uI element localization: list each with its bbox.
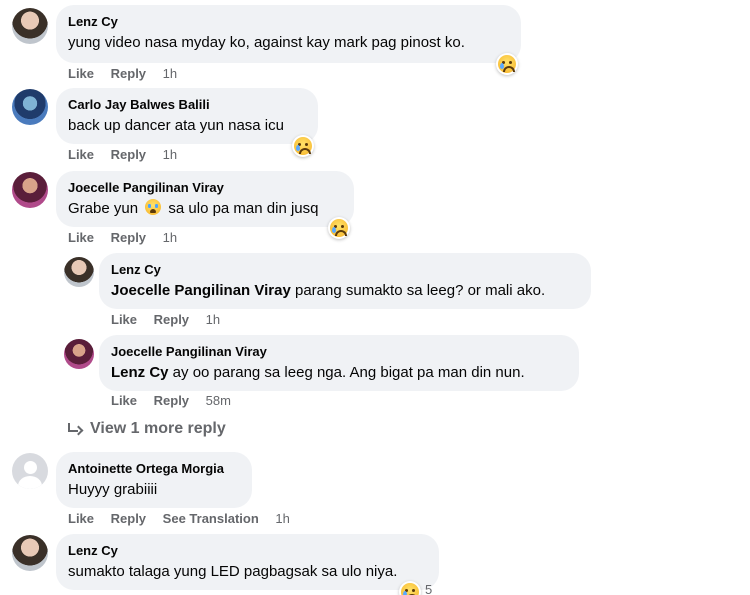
reply-button[interactable]: Reply <box>111 66 146 81</box>
comment-author[interactable]: Carlo Jay Balwes Balili <box>68 96 306 113</box>
comment-text: Grabe yun sa ulo pa man din jusq <box>68 198 342 219</box>
comment-text: yung video nasa myday ko, against kay ma… <box>68 34 465 51</box>
comment-bubble: Joecelle Pangilinan Viray Grabe yun sa u… <box>56 171 354 227</box>
comment-text: Huyyy grabiiii <box>68 481 158 498</box>
comment-actions: Like Reply See Translation 1h <box>68 511 303 526</box>
timestamp[interactable]: 1h <box>163 147 177 162</box>
reply-button[interactable]: Reply <box>111 230 146 245</box>
comment-bubble: Antoinette Ortega Morgia Huyyy grabiiii <box>56 452 252 508</box>
avatar[interactable] <box>64 339 94 369</box>
tear-icon <box>332 227 336 233</box>
view-more-label: View 1 more reply <box>90 420 226 437</box>
avatar[interactable] <box>12 453 48 489</box>
reply-author[interactable]: Joecelle Pangilinan Viray <box>111 343 567 360</box>
comment-actions: Like Reply 1h <box>68 147 190 162</box>
reply-text: Lenz Cy ay oo parang sa leeg nga. Ang bi… <box>111 362 567 383</box>
comment-bubble: Lenz Cy yung video nasa myday ko, agains… <box>56 5 521 63</box>
reply-author[interactable]: Lenz Cy <box>111 261 579 278</box>
comment-text-part: Grabe yun <box>68 200 139 217</box>
comment-text-part: sa ulo pa man din jusq <box>168 200 319 217</box>
like-button[interactable]: Like <box>68 147 94 162</box>
comment-author[interactable]: Lenz Cy <box>68 13 509 30</box>
see-translation-button[interactable]: See Translation <box>163 511 259 526</box>
avatar[interactable] <box>12 172 48 208</box>
mention-link[interactable]: Lenz Cy <box>111 364 169 381</box>
timestamp[interactable]: 58m <box>206 393 231 408</box>
like-button[interactable]: Like <box>68 66 94 81</box>
reply-button[interactable]: Reply <box>111 147 146 162</box>
avatar[interactable] <box>12 89 48 125</box>
timestamp[interactable]: 1h <box>163 66 177 81</box>
reaction-badge[interactable] <box>292 135 314 157</box>
comment-actions: Like Reply 1h <box>68 66 190 81</box>
comment-author[interactable]: Antoinette Ortega Morgia <box>68 460 240 477</box>
mention-link[interactable]: Joecelle Pangilinan Viray <box>111 282 291 299</box>
avatar[interactable] <box>12 535 48 571</box>
avatar[interactable] <box>12 8 48 44</box>
comment-actions: Like Reply 1h <box>68 230 190 245</box>
reaction-count[interactable]: 5 <box>425 582 432 595</box>
reply-button[interactable]: Reply <box>111 511 146 526</box>
reply-button[interactable]: Reply <box>154 393 189 408</box>
comment-bubble: Lenz Cy sumakto talaga yung LED pagbagsa… <box>56 534 439 590</box>
view-more-replies-link[interactable]: View 1 more reply <box>68 420 226 438</box>
crying-face-icon <box>145 199 162 215</box>
like-button[interactable]: Like <box>111 312 137 327</box>
comment-author[interactable]: Joecelle Pangilinan Viray <box>68 179 342 196</box>
comment-text: sumakto talaga yung LED pagbagsak sa ulo… <box>68 563 398 580</box>
comment-text: back up dancer ata yun nasa icu <box>68 117 284 134</box>
comment-author[interactable]: Lenz Cy <box>68 542 427 559</box>
like-button[interactable]: Like <box>68 230 94 245</box>
like-button[interactable]: Like <box>111 393 137 408</box>
timestamp[interactable]: 1h <box>163 230 177 245</box>
tear-icon <box>403 591 407 595</box>
reply-bubble: Lenz Cy Joecelle Pangilinan Viray parang… <box>99 253 591 309</box>
reply-bubble: Joecelle Pangilinan Viray Lenz Cy ay oo … <box>99 335 579 391</box>
reply-actions: Like Reply 1h <box>111 312 233 327</box>
reply-button[interactable]: Reply <box>154 312 189 327</box>
reply-text: Joecelle Pangilinan Viray parang sumakto… <box>111 280 579 301</box>
timestamp[interactable]: 1h <box>206 312 220 327</box>
timestamp[interactable]: 1h <box>275 511 289 526</box>
avatar[interactable] <box>64 257 94 287</box>
like-button[interactable]: Like <box>68 511 94 526</box>
reply-arrow-icon <box>68 423 80 433</box>
tear-icon <box>296 145 300 151</box>
reply-text-body: ay oo parang sa leeg nga. Ang bigat pa m… <box>168 364 525 381</box>
reaction-badge[interactable] <box>496 53 518 75</box>
reaction-badge[interactable] <box>328 217 350 239</box>
reply-actions: Like Reply 58m <box>111 393 244 408</box>
comment-bubble: Carlo Jay Balwes Balili back up dancer a… <box>56 88 318 144</box>
tear-icon <box>500 63 504 69</box>
reply-text-body: parang sumakto sa leeg? or mali ako. <box>290 282 546 299</box>
